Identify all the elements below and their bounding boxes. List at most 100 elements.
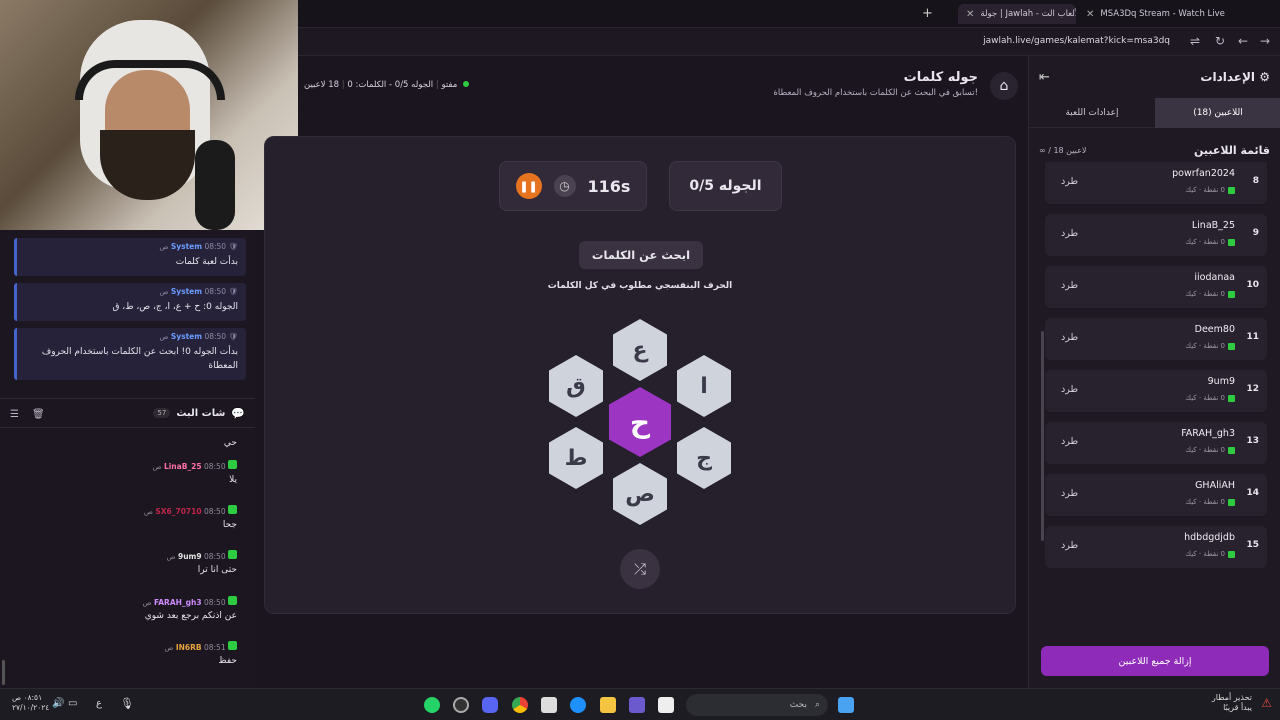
chat-message: 9um9 08:50 ص حتى انا ترا xyxy=(167,550,237,575)
letter-tile-bottom-right[interactable]: ج xyxy=(677,427,731,489)
chat-message: SX6_70710 08:50 ص جحا xyxy=(144,505,237,530)
kick-player-button[interactable]: طرد xyxy=(1061,436,1078,447)
kick-player-button[interactable]: طرد xyxy=(1061,280,1078,291)
chat-username[interactable]: FARAH_gh3 xyxy=(154,598,202,607)
edge-icon[interactable] xyxy=(570,697,586,713)
shuffle-icon: ⤮ xyxy=(633,560,646,578)
player-row: 10 iiodanaa 0 نقطة · كيك طرد xyxy=(1045,266,1267,308)
letter-tile-top-left[interactable]: ق xyxy=(549,355,603,417)
find-words-label: ابحث عن الكلمات xyxy=(579,241,703,269)
trash-icon[interactable]: 🗑 xyxy=(32,409,45,420)
player-name: FARAH_gh3 xyxy=(1181,428,1235,439)
app-icon[interactable] xyxy=(629,697,645,713)
menu-icon[interactable]: ☰ xyxy=(10,409,19,420)
game-board: ❚❚ ◷ 116s الجوله 0/5 ابحث عن الكلمات الح… xyxy=(264,136,1016,614)
message-text: يلا xyxy=(229,475,237,485)
chat-message: حي xyxy=(224,434,237,448)
kick-icon xyxy=(1228,342,1235,350)
network-icon[interactable]: ▭ xyxy=(68,698,77,709)
file-explorer-icon[interactable] xyxy=(600,697,616,713)
message-text: حتى انا ترا xyxy=(197,565,237,575)
letter-tile-center[interactable]: ح xyxy=(609,387,671,457)
chat-username[interactable]: IN6RB xyxy=(176,643,202,652)
kick-icon xyxy=(1228,238,1235,246)
search-icon: ⌕ xyxy=(814,700,820,710)
player-meta-text: 0 نقطة · كيك xyxy=(1185,498,1225,506)
system-name: System xyxy=(170,287,203,296)
clock-time: ٠٨:٥١ ص xyxy=(12,693,43,702)
player-meta-text: 0 نقطة · كيك xyxy=(1185,238,1225,246)
player-meta: 0 نقطة · كيك xyxy=(1185,238,1235,246)
tab-game-settings[interactable]: إعدادات اللعبة xyxy=(1029,98,1155,128)
kick-player-button[interactable]: طرد xyxy=(1061,540,1078,551)
letter-tile-top-right[interactable]: ا xyxy=(677,355,731,417)
player-number: 8 xyxy=(1252,176,1259,186)
players-list: 7 0 نقطة · كيك طرد 8 powrfan2024 0 نقطة … xyxy=(1045,162,1267,632)
chat-count-badge: 57 xyxy=(153,408,171,418)
browser-tab-jawlah[interactable]: ✕ جولة | Jawlah - منصة الألعاب الت xyxy=(958,4,1076,24)
kick-player-button[interactable]: طرد xyxy=(1061,332,1078,343)
language-indicator[interactable]: ع xyxy=(96,698,102,709)
microphone-icon[interactable]: 🎙 xyxy=(120,697,134,710)
new-tab-icon[interactable]: + xyxy=(922,6,933,21)
discord-icon[interactable] xyxy=(482,697,498,713)
players-list-count: ∞ / 18 لاعبين xyxy=(1039,146,1087,155)
browser-tab-stream[interactable]: ✕ MSA3Dq Stream - Watch Live o xyxy=(1078,4,1228,24)
app-icon-2[interactable] xyxy=(658,697,674,713)
chat-username[interactable]: SX6_70710 xyxy=(155,507,201,516)
player-meta-text: 0 نقطة · كيك xyxy=(1185,550,1225,558)
close-icon[interactable]: ✕ xyxy=(1086,9,1094,20)
letter-tile-bottom[interactable]: ص xyxy=(613,463,667,525)
remove-all-players-button[interactable]: إزالة جميع اللاعبين xyxy=(1041,646,1269,676)
back-icon[interactable]: ← xyxy=(1238,34,1248,48)
player-meta-text: 0 نقطة · كيك xyxy=(1185,290,1225,298)
player-name: powrfan2024 xyxy=(1172,168,1235,179)
taskbar-search[interactable]: بحث ⌕ xyxy=(686,694,828,716)
game-header: مفتو | الجوله 0/5 - الكلمات: 0 | 18 لاعب… xyxy=(298,56,1028,111)
chat-scrollbar[interactable] xyxy=(2,660,5,685)
kick-player-button[interactable]: طرد xyxy=(1061,176,1078,187)
taskbar-clock[interactable]: ٠٨:٥١ ص ٢٧/١٠/٢٠٢٤ xyxy=(12,693,49,713)
stats-cut-text: مفتو xyxy=(441,80,458,90)
player-number: 11 xyxy=(1246,332,1259,342)
message-text: حي xyxy=(223,438,237,448)
game-title: جوله كلمات xyxy=(903,70,978,85)
obs-icon[interactable] xyxy=(453,697,469,713)
forward-icon[interactable]: → xyxy=(1260,34,1270,48)
system-message: 🛡 System 08:50 ص بدأت لعبة كلمات xyxy=(14,238,246,276)
store-icon[interactable] xyxy=(541,697,557,713)
chat-username[interactable]: 9um9 xyxy=(178,552,202,561)
round-panel: الجوله 0/5 xyxy=(669,161,782,211)
message-text: عن اذنكم برجع بعد شوي xyxy=(144,611,237,621)
settings-sliders-icon[interactable]: ⇌ xyxy=(1190,34,1200,48)
settings-panel: الإعدادات ⚙ ⇤ إعدادات اللعبة اللاعبين (1… xyxy=(1028,56,1280,688)
weather-title: تحذير أمطار xyxy=(1211,693,1252,702)
tab-players[interactable]: اللاعبين (18) xyxy=(1155,98,1280,128)
chrome-icon[interactable] xyxy=(512,697,528,713)
shuffle-button[interactable]: ⤮ xyxy=(620,549,660,589)
home-button[interactable]: ⌂ xyxy=(990,72,1018,100)
kick-player-button[interactable]: طرد xyxy=(1061,228,1078,239)
letter-tile-bottom-left[interactable]: ط xyxy=(549,427,603,489)
volume-icon[interactable]: 🔊 xyxy=(52,698,64,709)
player-meta: 0 نقطة · كيك xyxy=(1185,394,1235,402)
windows-start-icon[interactable] xyxy=(838,697,854,713)
collapse-panel-icon[interactable]: ⇤ xyxy=(1039,70,1050,85)
pause-button[interactable]: ❚❚ xyxy=(515,173,542,199)
chat-header: ☰ 🗑 57 شات البث 💬 xyxy=(0,398,255,428)
weather-widget[interactable]: تحذير أمطار يبدأ قريبًا xyxy=(1212,693,1252,714)
chat-username[interactable]: LinaB_25 xyxy=(164,462,202,471)
letter-tile-top[interactable]: ع xyxy=(613,319,667,381)
system-message: 🛡 System 08:50 ص الجوله 0: ح + ع، ا، ج، … xyxy=(14,283,246,321)
kick-player-button[interactable]: طرد xyxy=(1061,384,1078,395)
reload-icon[interactable]: ↻ xyxy=(1215,34,1225,48)
whatsapp-icon[interactable] xyxy=(424,697,440,713)
url-field[interactable]: jawlah.live/games/kalemat?kick=msa3dq xyxy=(983,36,1170,46)
kick-player-button[interactable]: طرد xyxy=(1061,488,1078,499)
kick-icon xyxy=(228,596,237,605)
players-scrollbar[interactable] xyxy=(1041,331,1044,541)
kick-icon xyxy=(1228,394,1235,402)
settings-title-text: الإعدادات xyxy=(1200,70,1256,84)
close-icon[interactable]: ✕ xyxy=(966,9,974,20)
kick-icon xyxy=(228,460,237,469)
